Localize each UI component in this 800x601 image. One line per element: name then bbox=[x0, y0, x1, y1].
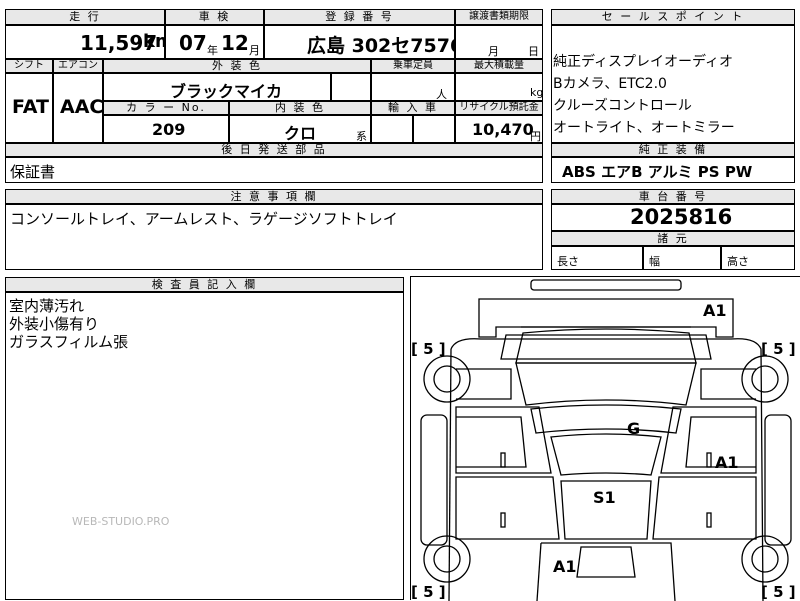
damage-mark-center: S1 bbox=[593, 488, 616, 507]
interior-suffix: 系 bbox=[356, 130, 367, 143]
damage-mark-front-right: A1 bbox=[703, 301, 727, 320]
max-load-cell: kg bbox=[455, 73, 543, 101]
recycle-unit: 円 bbox=[530, 130, 541, 143]
chassis-cell: 2025816 bbox=[551, 204, 795, 231]
ac-value: AAC bbox=[60, 96, 103, 118]
transfer-month-unit: 月 bbox=[488, 45, 499, 58]
equipment-header: 純 正 装 備 bbox=[551, 143, 795, 157]
color-no-cell: 209 bbox=[103, 115, 229, 143]
shift-header: シフト bbox=[5, 59, 53, 73]
exterior-extra-cell bbox=[331, 73, 371, 101]
dims-header: 諸 元 bbox=[551, 231, 795, 246]
notes-header: 注 意 事 項 欄 bbox=[5, 189, 543, 204]
recycle-cell: 10,470 円 bbox=[455, 115, 543, 143]
plate-number: 広島 302セ7576 bbox=[307, 35, 455, 57]
tire-left-bottom-score: [ 5 ] bbox=[411, 583, 446, 601]
exterior-cell: ブラックマイカ bbox=[103, 73, 331, 101]
sales-point-1: 純正ディスプレイオーディオ bbox=[553, 54, 734, 70]
shift-value: FAT bbox=[12, 96, 49, 118]
height-cell: 高さ bbox=[721, 246, 795, 270]
import-cell-b bbox=[413, 115, 455, 143]
inspector-header: 検 査 員 記 入 欄 bbox=[5, 277, 404, 292]
inspection-year: 07 bbox=[179, 31, 207, 55]
car-diagram bbox=[420, 279, 792, 601]
registration-cell: 広島 302セ7576 bbox=[264, 25, 455, 59]
watermark: WEB-STUDIO.PRO bbox=[72, 515, 170, 528]
inspection-header: 車 検 bbox=[165, 9, 264, 25]
inspection-month: 12 bbox=[221, 31, 249, 55]
later-parts-header: 後 日 発 送 部 品 bbox=[5, 143, 543, 157]
notes-cell: コンソールトレイ、アームレスト、ラゲージソフトトレイ bbox=[5, 204, 543, 270]
max-load-header: 最大積載量 bbox=[455, 59, 543, 73]
inspector-cell: 室内薄汚れ 外装小傷有り ガラスフィルム張 WEB-STUDIO.PRO bbox=[5, 292, 404, 600]
exterior-header: 外 装 色 bbox=[103, 59, 371, 73]
later-parts-value: 保証書 bbox=[10, 163, 56, 181]
chassis-header: 車 台 番 号 bbox=[551, 189, 795, 204]
mileage-header: 走 行 bbox=[5, 9, 165, 25]
interior-header: 内 装 色 bbox=[229, 101, 371, 115]
equipment-items: ABS エアB アルミ PS PW bbox=[562, 163, 753, 181]
equipment-cell: ABS エアB アルミ PS PW bbox=[551, 157, 795, 183]
transfer-docs-header: 譲渡書類期限 bbox=[455, 9, 543, 25]
ac-header: エアコン bbox=[53, 59, 103, 73]
chassis-value: 2025816 bbox=[630, 205, 733, 229]
tire-left-top-score: [ 5 ] bbox=[411, 340, 446, 358]
inspector-line-3: ガラスフィルム張 bbox=[9, 333, 129, 351]
import-cell-a bbox=[371, 115, 413, 143]
width-label: 幅 bbox=[649, 255, 660, 268]
damage-mark-roof: G bbox=[627, 419, 641, 438]
mileage-unit: km bbox=[143, 31, 164, 52]
sales-point-3: クルーズコントロール bbox=[553, 98, 692, 114]
import-header: 輸 入 車 bbox=[371, 101, 455, 115]
transfer-docs-cell: 月 日 bbox=[455, 25, 543, 59]
sales-point-box: 純正ディスプレイオーディオ Bカメラ、ETC2.0 クルーズコントロール オート… bbox=[551, 25, 795, 143]
sales-point-4: オートライト、オートミラー bbox=[553, 120, 735, 136]
inspection-month-unit: 月 bbox=[249, 44, 260, 57]
tire-right-bottom-score: [ 5 ] bbox=[761, 583, 796, 601]
capacity-cell: 人 bbox=[371, 73, 455, 101]
tire-right-top-score: [ 5 ] bbox=[761, 340, 796, 358]
inspection-cell: 07 年 12 月 bbox=[165, 25, 264, 59]
length-label: 長さ bbox=[557, 255, 579, 268]
registration-header: 登 録 番 号 bbox=[264, 9, 455, 25]
color-no-value: 209 bbox=[152, 120, 186, 139]
later-parts-cell: 保証書 bbox=[5, 157, 543, 183]
height-label: 高さ bbox=[727, 255, 749, 268]
recycle-header: リサイクル預託金 bbox=[455, 101, 543, 115]
length-cell: 長さ bbox=[551, 246, 643, 270]
car-diagram-box: [ 5 ] [ 5 ] [ 5 ] [ 5 ] A1 G A1 S1 A1 bbox=[410, 276, 800, 601]
max-load-unit: kg bbox=[530, 86, 543, 99]
shift-cell: FAT bbox=[5, 73, 53, 143]
capacity-unit: 人 bbox=[436, 88, 447, 101]
width-cell: 幅 bbox=[643, 246, 721, 270]
inspection-year-unit: 年 bbox=[207, 44, 218, 57]
damage-mark-right-side: A1 bbox=[715, 453, 739, 472]
color-no-header: カ ラ ー No. bbox=[103, 101, 229, 115]
ac-cell: AAC bbox=[53, 73, 103, 143]
interior-value: クロ bbox=[284, 124, 317, 143]
recycle-value: 10,470 bbox=[472, 120, 534, 139]
interior-cell: クロ 系 bbox=[229, 115, 371, 143]
capacity-header: 乗車定員 bbox=[371, 59, 455, 73]
notes-value: コンソールトレイ、アームレスト、ラゲージソフトトレイ bbox=[10, 210, 398, 228]
damage-mark-rear: A1 bbox=[553, 557, 577, 576]
transfer-day-unit: 日 bbox=[528, 45, 539, 58]
sales-point-header: セ ー ル ス ポ イ ン ト bbox=[551, 9, 795, 25]
mileage-cell: 11,597 km bbox=[5, 25, 165, 59]
sales-point-2: Bカメラ、ETC2.0 bbox=[553, 76, 667, 92]
exterior-value: ブラックマイカ bbox=[170, 82, 283, 101]
